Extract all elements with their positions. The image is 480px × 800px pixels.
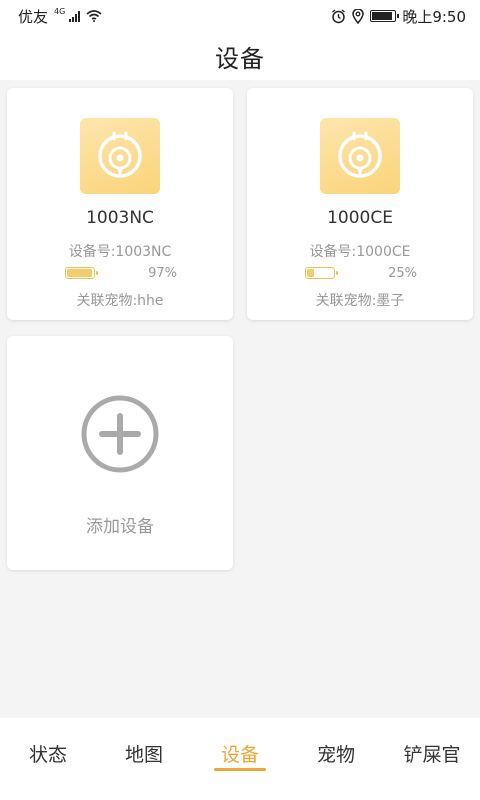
tab-label: 状态 <box>28 744 67 766</box>
tab-label: 设备 <box>220 744 259 766</box>
signal-icon <box>69 10 81 22</box>
battery-level-icon <box>305 267 338 279</box>
linked-pet: 关联宠物:hhe <box>76 293 164 309</box>
tab-pets[interactable]: 宠物 <box>288 718 384 800</box>
battery-row: 25% <box>305 264 417 282</box>
device-id: 设备号:1000CE <box>309 244 411 260</box>
tab-owner[interactable]: 铲屎官 <box>384 718 480 800</box>
status-left: 优友 4G <box>18 6 102 27</box>
tab-label: 铲屎官 <box>403 744 461 766</box>
add-device-label: 添加设备 <box>86 517 154 537</box>
carrier-name: 优友 <box>18 7 49 26</box>
tab-label: 地图 <box>124 744 163 766</box>
device-card-1003nc[interactable]: 1003NC 设备号:1003NC 97% 关联宠物:hhe <box>7 88 233 320</box>
network-type: 4G <box>54 6 66 16</box>
linked-pet: 关联宠物:墨子 <box>315 293 405 309</box>
battery-fill <box>67 269 93 277</box>
page-title: 设备 <box>215 44 265 73</box>
pet-tracker-icon <box>80 118 160 194</box>
device-card-1000ce[interactable]: 1000CE 设备号:1000CE 25% 关联宠物:墨子 <box>247 88 473 320</box>
tab-devices[interactable]: 设备 <box>192 718 288 800</box>
battery-row: 97% <box>65 264 177 282</box>
battery-level-icon <box>65 267 98 279</box>
tab-label: 宠物 <box>316 744 355 766</box>
device-name: 1003NC <box>86 208 154 228</box>
tab-status[interactable]: 状态 <box>0 718 96 800</box>
page-header: 设备 <box>0 32 480 80</box>
add-device-button[interactable]: 添加设备 <box>7 336 233 570</box>
device-name: 1000CE <box>327 208 393 228</box>
alarm-icon <box>332 8 346 23</box>
battery-icon <box>370 10 400 22</box>
bottom-nav: 状态 地图 设备 宠物 铲屎官 <box>0 718 480 800</box>
device-id: 设备号:1003NC <box>68 244 172 260</box>
location-icon <box>352 8 365 24</box>
pet-tracker-icon <box>320 118 400 194</box>
wifi-icon <box>86 10 102 22</box>
battery-percent: 97% <box>148 265 177 281</box>
tab-map[interactable]: 地图 <box>96 718 192 800</box>
clock-time: 晚上9:50 <box>402 7 466 26</box>
battery-percent: 25% <box>388 265 417 281</box>
plus-circle-icon <box>81 395 159 473</box>
active-tab-indicator <box>214 768 266 771</box>
status-right: 晚上9:50 <box>331 6 466 27</box>
battery-fill <box>307 269 314 277</box>
status-bar: 优友 4G 晚上9:50 <box>0 0 480 32</box>
